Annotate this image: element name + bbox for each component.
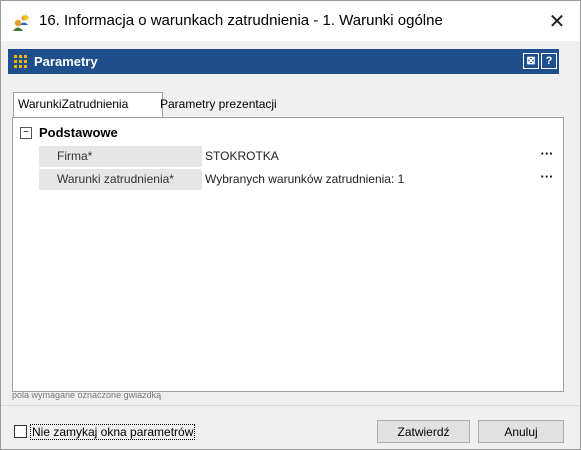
tab-parametry-prezentacji[interactable]: Parametry prezentacji: [156, 93, 281, 116]
property-value[interactable]: STOKROTKA: [205, 146, 535, 167]
grid-icon: [14, 55, 27, 68]
property-row-warunki[interactable]: Warunki zatrudnienia* Wybranych warunków…: [13, 169, 563, 191]
window-title: 16. Informacja o warunkach zatrudnienia …: [39, 12, 443, 29]
collapse-icon[interactable]: −: [20, 127, 32, 139]
panel-help-button[interactable]: ?: [541, 53, 557, 69]
property-row-firma[interactable]: Firma* STOKROTKA ···: [13, 146, 563, 168]
property-grid: − Podstawowe Firma* STOKROTKA ··· Warunk…: [12, 117, 564, 392]
property-value[interactable]: Wybranych warunków zatrudnienia: 1: [205, 169, 535, 190]
title-bar: 16. Informacja o warunkach zatrudnienia …: [1, 1, 580, 41]
group-label: Podstawowe: [39, 125, 118, 140]
parameters-panel-header: Parametry ⊠ ?: [8, 49, 559, 74]
required-fields-note: pola wymagane oznaczone gwiazdką: [12, 390, 162, 400]
app-people-icon: [13, 14, 30, 31]
confirm-button[interactable]: Zatwierdź: [377, 420, 470, 443]
property-name: Warunki zatrudnienia*: [39, 169, 202, 190]
close-button[interactable]: ✕: [534, 1, 580, 41]
dialog-window: 16. Informacja o warunkach zatrudnienia …: [0, 0, 581, 450]
browse-button[interactable]: ···: [538, 170, 556, 186]
panel-title: Parametry: [34, 54, 98, 69]
cancel-button[interactable]: Anuluj: [478, 420, 564, 443]
group-row-podstawowe: − Podstawowe: [13, 124, 563, 143]
checkbox-box[interactable]: [14, 425, 27, 438]
divider: [1, 405, 580, 406]
property-name: Firma*: [39, 146, 202, 167]
browse-button[interactable]: ···: [538, 147, 556, 163]
panel-restore-button[interactable]: ⊠: [523, 53, 539, 69]
checkbox-label[interactable]: Nie zamykaj okna parametrów: [30, 424, 196, 440]
tab-warunki-zatrudnienia[interactable]: WarunkiZatrudnienia: [13, 92, 163, 118]
